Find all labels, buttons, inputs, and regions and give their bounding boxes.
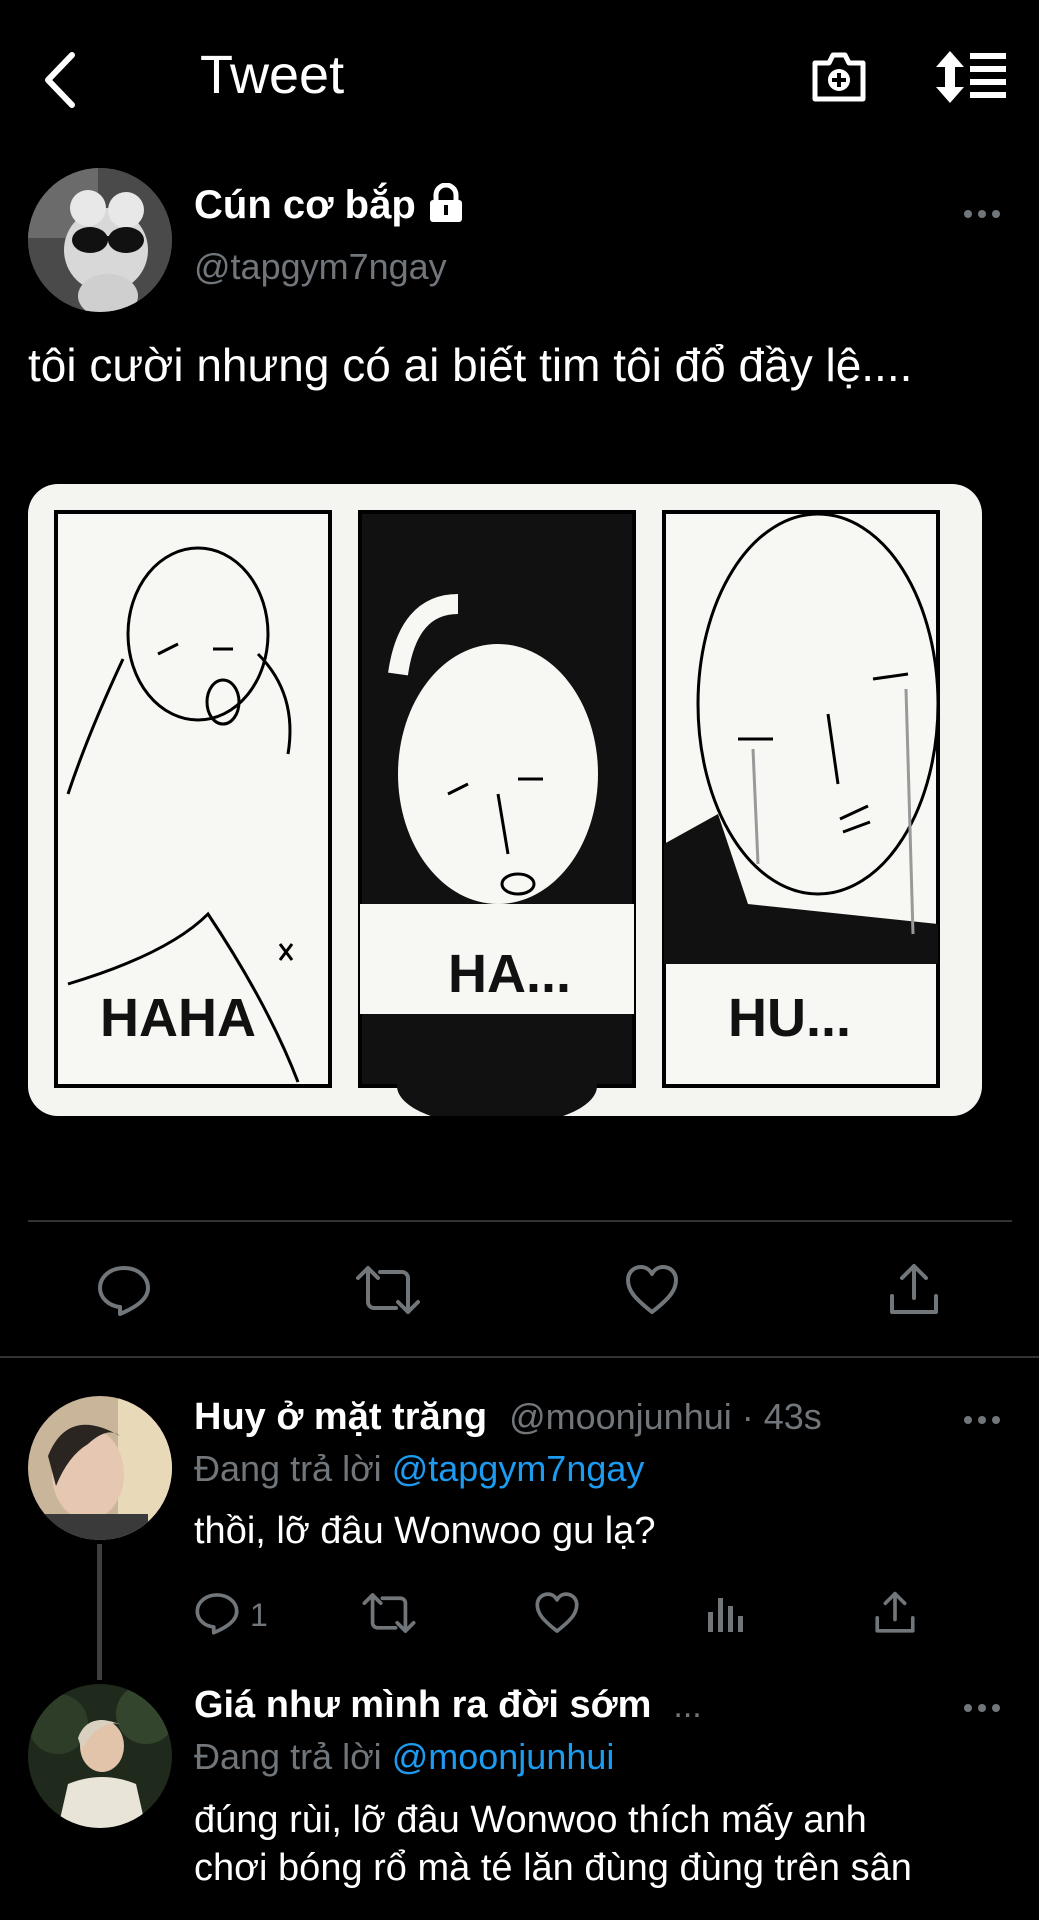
reply-display-name[interactable]: Giá như mình ra đời sớm (194, 1684, 651, 1727)
sort-icon[interactable] (934, 48, 1008, 106)
share-icon[interactable] (888, 1262, 940, 1318)
retweet-icon[interactable] (362, 1590, 416, 1641)
like-icon[interactable] (534, 1590, 580, 1641)
reply-display-name[interactable]: Huy ở mặt trăng (194, 1396, 487, 1439)
replying-prefix: Đang trả lời (194, 1736, 382, 1777)
panel-2-label: HA... (448, 944, 571, 1004)
replying-prefix: Đang trả lời (194, 1448, 382, 1489)
name-truncation: ... (673, 1687, 702, 1725)
lock-icon (426, 182, 466, 228)
reply-header: Giá như mình ra đời sớm ... (194, 1684, 702, 1734)
reply-text: đúng rùi, lỡ đâu Wonwoo thích mấy anh ch… (194, 1796, 912, 1892)
replying-to-link[interactable]: @tapgym7ngay (392, 1448, 645, 1489)
panel-3-label: HU... (728, 988, 851, 1048)
reply-avatar[interactable] (28, 1396, 172, 1540)
reply-text-line: đúng rùi, lỡ đâu Wonwoo thích mấy anh (194, 1799, 867, 1841)
reply-count: 1 (250, 1597, 268, 1633)
more-icon[interactable] (958, 196, 1006, 232)
tweet-text: tôi cười nhưng có ai biết tim tôi đổ đầy… (28, 339, 913, 391)
reply-handle-time[interactable]: @moonjunhui · 43s (509, 1396, 822, 1438)
panel-1-label: HAHA (100, 988, 256, 1048)
section-divider (0, 1356, 1039, 1358)
author-display-name[interactable]: Cún cơ bắp (194, 183, 416, 228)
tweet-divider (28, 1220, 1012, 1222)
thread-line (97, 1544, 102, 1680)
analytics-icon[interactable] (704, 1590, 750, 1641)
author-avatar[interactable] (28, 168, 172, 312)
more-icon[interactable] (958, 1690, 1006, 1726)
more-icon[interactable] (958, 1402, 1006, 1438)
reply-reply-button[interactable]: 1 (194, 1590, 268, 1641)
reply-header: Huy ở mặt trăng @moonjunhui · 43s (194, 1396, 822, 1446)
reply-avatar[interactable] (28, 1684, 172, 1828)
replying-to-line: Đang trả lời @moonjunhui (194, 1736, 614, 1778)
top-bar: Tweet (0, 0, 1039, 160)
reply-icon (194, 1590, 240, 1641)
reply-text-line: chơi bóng rổ mà té lăn đùng đùng trên sâ… (194, 1847, 912, 1889)
reply-text: thồi, lỡ đâu Wonwoo gu lạ? (194, 1510, 656, 1552)
replying-to-link[interactable]: @moonjunhui (392, 1736, 615, 1777)
like-icon[interactable] (624, 1262, 680, 1318)
back-arrow-icon[interactable] (30, 40, 90, 120)
tweet-image[interactable]: HAHA HA... HU... (28, 484, 982, 1116)
camera-plus-icon[interactable] (808, 46, 870, 108)
reply-icon[interactable] (96, 1262, 152, 1318)
share-icon[interactable] (874, 1590, 916, 1641)
retweet-icon[interactable] (356, 1262, 420, 1318)
page-title: Tweet (200, 45, 345, 105)
author-name-row: Cún cơ bắp (194, 180, 466, 230)
author-handle[interactable]: @tapgym7ngay (194, 246, 447, 288)
replying-to-line: Đang trả lời @tapgym7ngay (194, 1448, 644, 1490)
